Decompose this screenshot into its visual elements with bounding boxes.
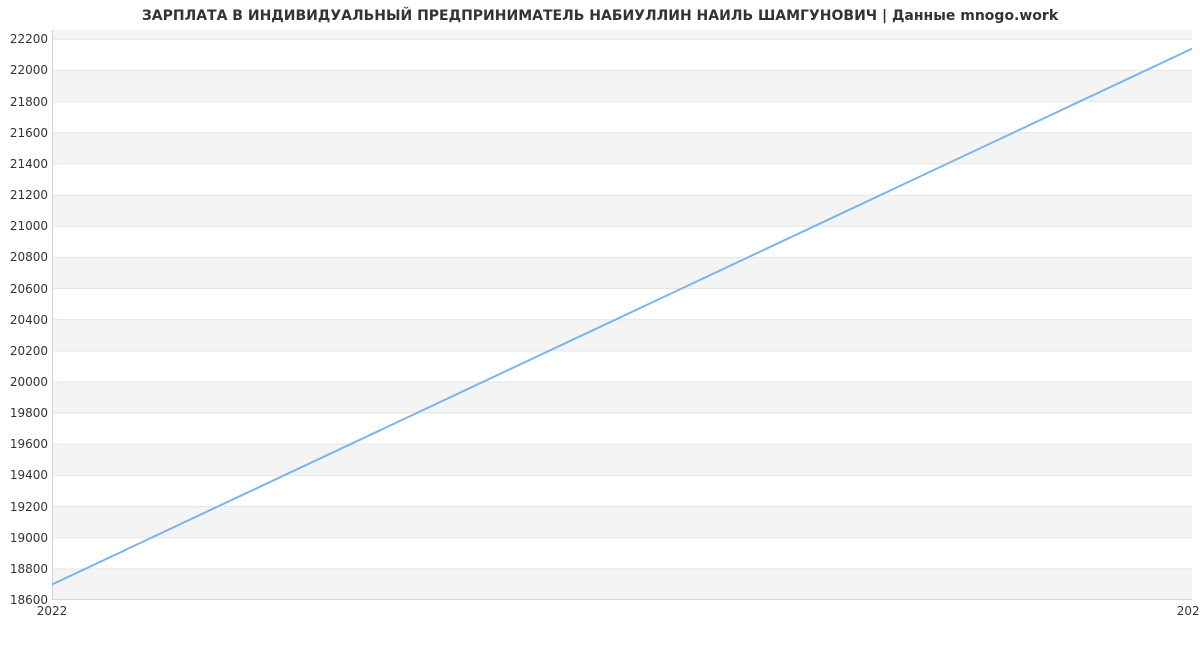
y-tick-label: 22000 — [4, 63, 48, 77]
x-tick-label: 2023 — [1177, 604, 1200, 618]
y-tick-label: 20400 — [4, 313, 48, 327]
chart-svg — [52, 30, 1192, 600]
salary-line-chart: ЗАРПЛАТА В ИНДИВИДУАЛЬНЫЙ ПРЕДПРИНИМАТЕЛ… — [0, 0, 1200, 650]
y-tick-label: 19600 — [4, 437, 48, 451]
plot-area — [52, 30, 1192, 600]
y-tick-label: 20600 — [4, 282, 48, 296]
x-tick-label: 2022 — [37, 604, 68, 618]
chart-title: ЗАРПЛАТА В ИНДИВИДУАЛЬНЫЙ ПРЕДПРИНИМАТЕЛ… — [0, 8, 1200, 24]
y-tick-label: 21600 — [4, 126, 48, 140]
y-tick-label: 20200 — [4, 344, 48, 358]
y-tick-label: 20800 — [4, 250, 48, 264]
y-tick-label: 21000 — [4, 219, 48, 233]
y-tick-label: 21800 — [4, 95, 48, 109]
y-tick-label: 19200 — [4, 500, 48, 514]
y-tick-label: 19000 — [4, 531, 48, 545]
y-tick-label: 19400 — [4, 468, 48, 482]
y-tick-label: 19800 — [4, 406, 48, 420]
y-tick-label: 21400 — [4, 157, 48, 171]
y-tick-label: 22200 — [4, 32, 48, 46]
y-tick-label: 20000 — [4, 375, 48, 389]
y-tick-label: 18800 — [4, 562, 48, 576]
y-tick-label: 21200 — [4, 188, 48, 202]
